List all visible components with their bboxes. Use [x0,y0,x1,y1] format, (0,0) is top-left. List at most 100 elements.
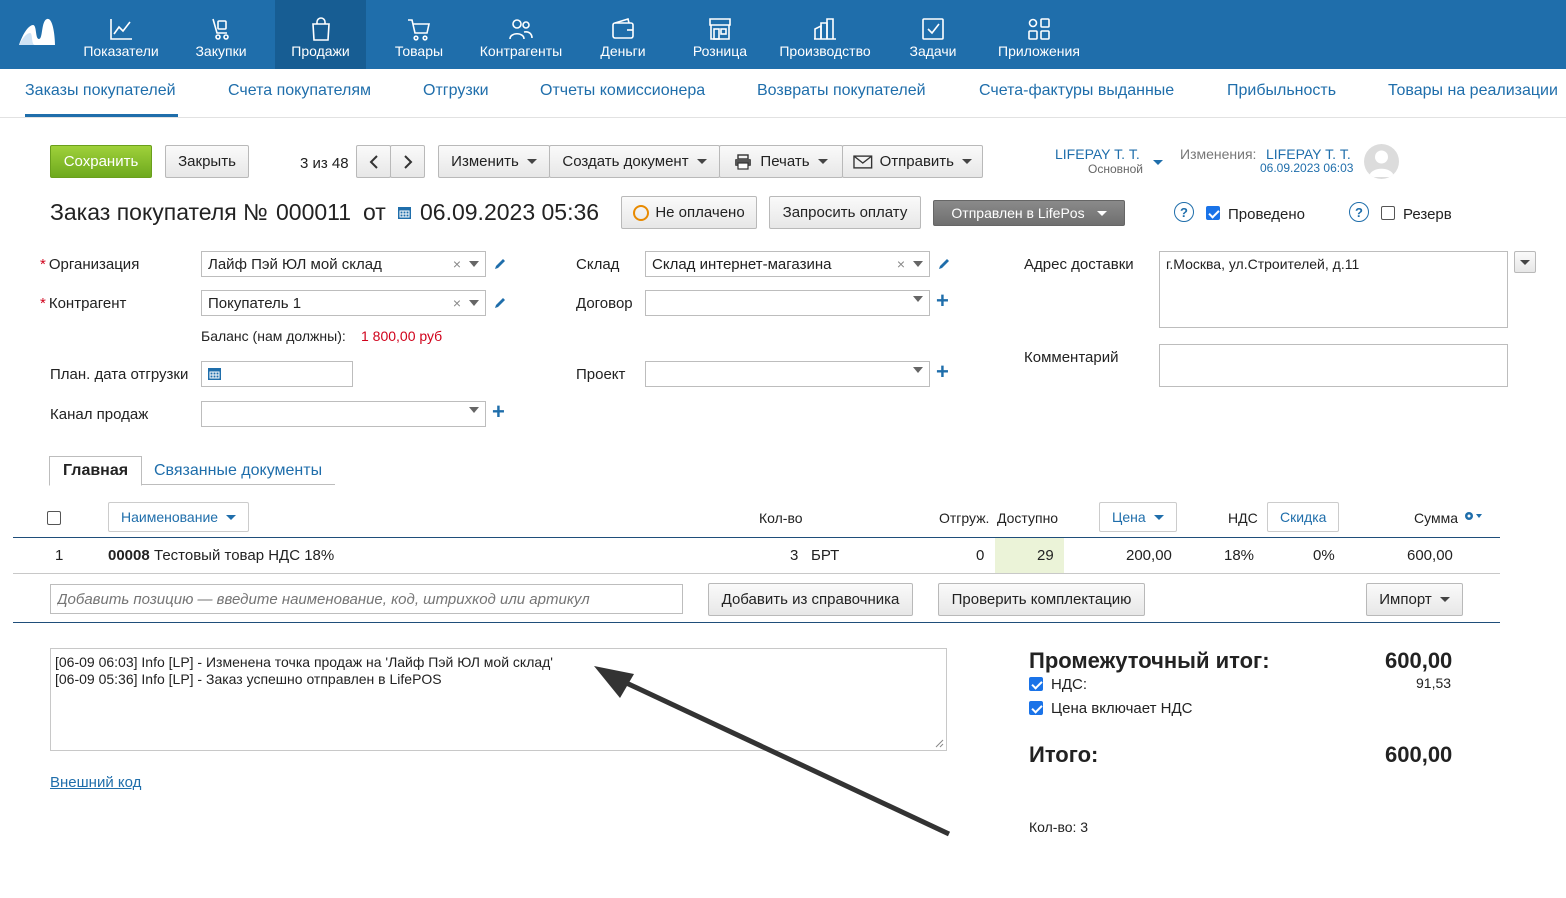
warehouse-field[interactable]: Склад интернет-магазина × [645,251,930,277]
subnav-customer-orders[interactable]: Заказы покупателей [25,82,176,100]
contract-field[interactable] [645,290,930,316]
column-header-price[interactable]: Цена [1099,502,1177,532]
help-icon[interactable]: ? [1174,202,1194,222]
send-dropdown-button[interactable]: Отправить [842,145,983,178]
edit-pencil-icon[interactable] [493,296,507,310]
request-payment-button[interactable]: Запросить оплату [769,196,921,229]
page-title: Заказ покупателя № [50,199,268,225]
subnav-goods-on-sale[interactable]: Товары на реализации [1388,82,1558,100]
external-code-link[interactable]: Внешний код [50,774,141,791]
total-value: 600,00 [1385,742,1453,767]
row-code[interactable]: 00008 [108,547,150,564]
row-qty[interactable]: 3 [790,547,798,564]
gear-icon[interactable] [1463,510,1485,522]
subnav-shipments[interactable]: Отгрузки [423,82,489,100]
next-button[interactable] [390,145,425,178]
wallet-icon [612,17,634,39]
owner-user-name[interactable]: LIFEPAY Т. Т. [1055,146,1140,162]
caret-down-icon [1153,514,1164,520]
check-kit-button[interactable]: Проверить комплектацию [938,583,1145,616]
owner-caret-down-icon[interactable] [1153,160,1163,165]
edit-dropdown-button[interactable]: Изменить [438,145,550,178]
close-button[interactable]: Закрыть [165,145,249,178]
subtotal-label: Промежуточный итог: [1029,648,1270,673]
nav-item-sales[interactable]: Продажи [275,0,366,69]
subnav-customer-invoices[interactable]: Счета покупателям [228,82,371,100]
save-button[interactable]: Сохранить [50,145,152,178]
subnav-issued-invoices[interactable]: Счета-фактуры выданные [979,82,1174,100]
top-navigation: Показатели Закупки Продажи Товары Контра… [0,0,1566,69]
ship-date-field[interactable] [201,361,353,387]
subnav-commission-reports[interactable]: Отчеты комиссионера [540,82,705,100]
store-icon [709,18,731,40]
row-discount[interactable]: 0% [1313,547,1335,564]
vat-label: НДС: [1051,676,1087,693]
project-field[interactable] [645,361,930,387]
chevron-down-icon[interactable] [469,407,479,413]
column-header-discount[interactable]: Скидка [1267,502,1340,532]
select-all-checkbox[interactable] [47,511,61,525]
comment-field[interactable] [1159,344,1508,387]
prev-button[interactable] [356,145,391,178]
nav-item-counterparties[interactable]: Контрагенты [474,0,568,69]
add-contract-plus-icon[interactable]: + [936,290,949,312]
posted-checkbox[interactable] [1206,206,1220,220]
tab-related-documents[interactable]: Связанные документы [141,456,335,486]
add-sales-channel-plus-icon[interactable]: + [492,401,505,423]
chevron-down-icon[interactable] [469,261,479,267]
nav-item-purchases[interactable]: Закупки [185,0,257,69]
subnav-customer-returns[interactable]: Возвраты покупателей [757,82,926,100]
send-label: Отправить [879,153,954,170]
changes-user-name[interactable]: LIFEPAY Т. Т. [1266,146,1351,162]
delivery-address-field[interactable]: г.Москва, ул.Строителей, д.11 [1159,251,1508,328]
clear-icon[interactable]: × [453,296,461,310]
chevron-down-icon[interactable] [913,367,923,373]
tab-main[interactable]: Главная [49,456,143,486]
add-project-plus-icon[interactable]: + [936,361,949,383]
create-document-dropdown-button[interactable]: Создать документ [549,145,720,178]
column-header-shipped: Отгруж. [939,510,990,526]
counterparty-field[interactable]: Покупатель 1 × [201,290,486,316]
date-from-label: от [363,199,386,225]
moysklad-logo-icon[interactable] [17,15,57,49]
sent-status-dropdown[interactable]: Отправлен в LifePos [933,200,1125,226]
nav-item-production[interactable]: Производство [776,0,874,69]
chevron-down-icon[interactable] [913,261,923,267]
clear-icon[interactable]: × [897,257,905,271]
chevron-down-icon[interactable] [913,296,923,302]
price-includes-vat-checkbox[interactable] [1029,701,1043,715]
calendar-icon[interactable] [397,205,412,220]
vat-checkbox[interactable] [1029,677,1043,691]
reserve-checkbox[interactable] [1381,206,1395,220]
help-icon[interactable]: ? [1349,202,1369,222]
nav-item-goods[interactable]: Товары [386,0,452,69]
sales-channel-field[interactable] [201,401,486,427]
caret-down-icon [526,159,537,164]
address-expand-button[interactable] [1514,251,1536,273]
organization-field[interactable]: Лайф Пэй ЮЛ мой склад × [201,251,486,277]
nav-item-retail[interactable]: Розница [688,0,752,69]
nav-item-tasks[interactable]: Задачи [903,0,963,69]
nav-item-money[interactable]: Деньги [593,0,653,69]
row-price[interactable]: 200,00 [1126,547,1172,564]
row-vat[interactable]: 18% [1224,547,1254,564]
payment-status-button[interactable]: Не оплачено [621,196,757,229]
chevron-down-icon[interactable] [469,300,479,306]
calendar-icon[interactable] [207,366,222,381]
document-number[interactable]: 000011 [276,199,351,226]
add-from-catalog-button[interactable]: Добавить из справочника [708,583,913,616]
nav-item-indicators[interactable]: Показатели [80,0,162,69]
apps-icon [1028,18,1050,40]
print-dropdown-button[interactable]: Печать [719,145,843,178]
edit-pencil-icon[interactable] [493,257,507,271]
subnav-profitability[interactable]: Прибыльность [1227,82,1336,100]
clear-icon[interactable]: × [453,257,461,271]
import-dropdown-button[interactable]: Импорт [1366,583,1463,616]
avatar[interactable] [1364,144,1399,179]
nav-item-apps[interactable]: Приложения [993,0,1085,69]
add-position-input[interactable] [50,584,683,614]
row-name[interactable]: Тестовый товар НДС 18% [154,547,334,564]
edit-pencil-icon[interactable] [937,257,951,271]
column-header-name[interactable]: Наименование [108,502,250,532]
document-date[interactable]: 06.09.2023 05:36 [420,199,599,226]
